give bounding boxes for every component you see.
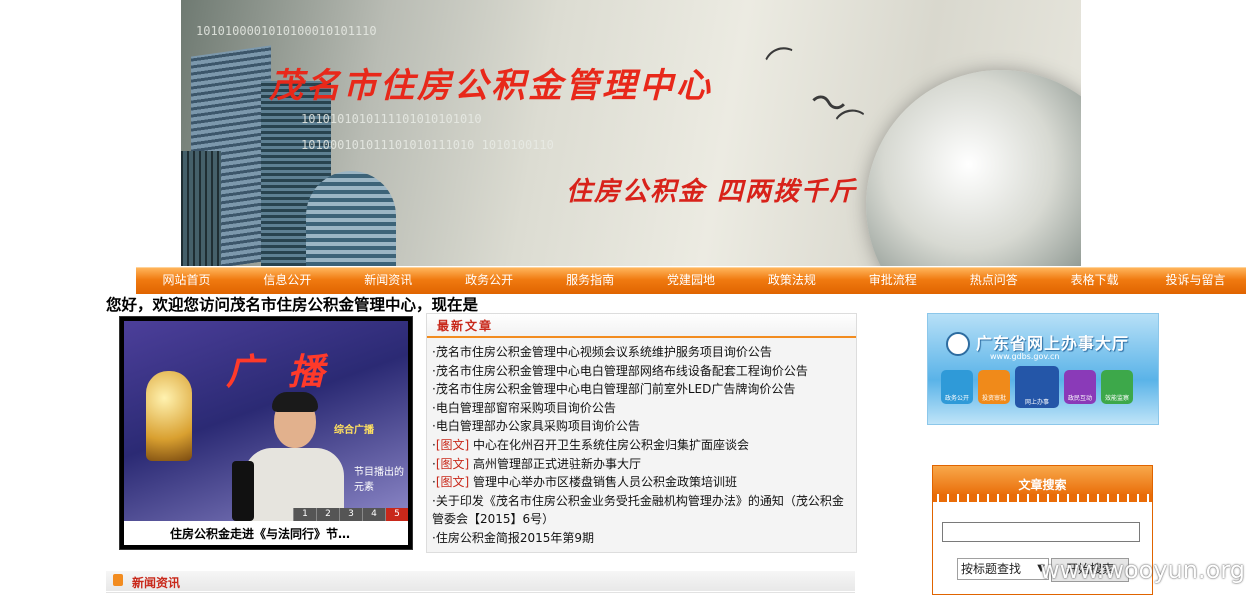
nav-item-news[interactable]: 新闻资讯 xyxy=(338,268,439,294)
search-title: 文章搜索 xyxy=(1018,478,1067,492)
article-link[interactable]: ·电白管理部窗帘采购项目询价公告 xyxy=(432,399,853,418)
slide-image-text: 节目播出的元素 xyxy=(354,467,404,493)
person-icon[interactable]: 投资审批 xyxy=(978,370,1010,404)
latest-articles-title: 最新文章 xyxy=(437,319,494,333)
arrow-bullet-icon xyxy=(113,574,123,586)
binary-decoration: 1010100001010100010101110 xyxy=(196,24,377,38)
interviewee-photo xyxy=(244,392,344,521)
binary-decoration: 101000101011101010111010 1010100110 xyxy=(301,138,554,152)
microphone-graphic xyxy=(146,371,192,461)
watermark: www.wooyun.org xyxy=(1040,556,1245,584)
nav-item-complaints[interactable]: 投诉与留言 xyxy=(1145,268,1246,294)
slide-page-button[interactable]: 2 xyxy=(316,508,339,521)
search-mode-value: 按标题查找 xyxy=(961,562,1022,576)
article-title: 电白管理部办公家具采购项目询价公告 xyxy=(435,419,640,434)
article-title: 关于印发《茂名市住房公积金业务受托金融机构管理办法》的通知（茂公积金管委会【20… xyxy=(432,493,844,527)
latest-articles-panel: 最新文章 ·茂名市住房公积金管理中心视频会议系统维护服务项目询价公告 ·茂名市住房… xyxy=(426,313,857,553)
slide-image-text: 广播 xyxy=(226,351,351,393)
seagull-icon: ⌒ xyxy=(762,41,803,85)
seagull-icon: ⌒ xyxy=(833,105,870,146)
slide-caption-link[interactable]: 住房公积金走进《与法同行》节… xyxy=(130,525,390,542)
header-banner: 1010100001010100010101110 10101010101111… xyxy=(181,0,1081,266)
slide-page-button[interactable]: 3 xyxy=(339,508,362,521)
guangdong-service-label: 政务公开 xyxy=(944,395,969,402)
article-title: 中心在化州召开卫生系统住房公积金归集扩面座谈会 xyxy=(473,437,750,452)
slide-page-button[interactable]: 1 xyxy=(293,508,316,521)
article-title: 茂名市住房公积金管理中心电白管理部门前室外LED广告牌询价公告 xyxy=(435,382,796,397)
article-title: 住房公积金简报2015年第9期 xyxy=(435,530,595,545)
nav-item-policies[interactable]: 政策法规 xyxy=(741,268,842,294)
main-nav: 网站首页 信息公开 新闻资讯 政务公开 服务指南 党建园地 政策法规 审批流程 … xyxy=(136,267,1246,294)
decorative-pattern xyxy=(933,494,1152,502)
slide-page-button[interactable]: 4 xyxy=(362,508,385,521)
article-title: 茂名市住房公积金管理中心电白管理部网络布线设备配套工程询价公告 xyxy=(435,363,808,378)
guangdong-banner-title: 广东省网上办事大厅 xyxy=(976,334,1130,353)
guangdong-service-icons: 政务公开 投资审批网上办事 政民互动 效能监察 xyxy=(941,366,1133,408)
article-tag: [图文] xyxy=(435,456,470,471)
news-slideshow[interactable]: 广播 综合广播 节目播出的元素 1 2 3 4 5 住房公积金走进《与法同行》节… xyxy=(119,316,413,550)
article-title: 高州管理部正式进驻新办事大厅 xyxy=(473,456,642,471)
article-tag: [图文] xyxy=(435,437,470,452)
skyscraper-image xyxy=(306,171,396,266)
nav-item-party-building[interactable]: 党建园地 xyxy=(641,268,742,294)
guangdong-service-label: 政民互动 xyxy=(1067,395,1092,402)
guangdong-service-label: 投资审批 xyxy=(981,395,1006,402)
nav-item-home[interactable]: 网站首页 xyxy=(136,268,237,294)
nav-item-faq[interactable]: 热点问答 xyxy=(943,268,1044,294)
guangdong-service-label: 效能监察 xyxy=(1104,395,1129,402)
site-title: 茂名市住房公积金管理中心 xyxy=(269,66,713,106)
search-input[interactable] xyxy=(942,522,1140,542)
article-link[interactable]: ·茂名市住房公积金管理中心电白管理部门前室外LED广告牌询价公告 xyxy=(432,380,853,399)
person-icon[interactable]: 效能监察 xyxy=(1101,370,1133,404)
nav-item-form-download[interactable]: 表格下载 xyxy=(1044,268,1145,294)
news-section-header: 新闻资讯 xyxy=(106,571,855,591)
nav-item-info-disclosure[interactable]: 信息公开 xyxy=(237,268,338,294)
binary-decoration: 1010101010111101010101010 xyxy=(301,112,482,126)
slideshow-pager: 1 2 3 4 5 xyxy=(293,508,408,521)
guangdong-service-label: 网上办事 xyxy=(1024,399,1049,406)
nav-item-service-guide[interactable]: 服务指南 xyxy=(540,268,641,294)
search-mode-select[interactable]: 按标题查找 ▼ xyxy=(957,558,1049,580)
article-link[interactable]: ·茂名市住房公积金管理中心电白管理部网络布线设备配套工程询价公告 xyxy=(432,362,853,381)
slide-page-button-active[interactable]: 5 xyxy=(385,508,408,521)
nav-item-government-affairs[interactable]: 政务公开 xyxy=(439,268,540,294)
slide-image[interactable]: 广播 综合广播 节目播出的元素 xyxy=(124,321,408,521)
article-link[interactable]: ·[图文] 中心在化州召开卫生系统住房公积金归集扩面座谈会 xyxy=(432,436,853,455)
article-link[interactable]: ·[图文] 管理中心举办市区楼盘销售人员公积金政策培训班 xyxy=(432,473,853,492)
guangdong-online-service-banner[interactable]: 广东省网上办事大厅 www.gdbs.gov.cn 政务公开 投资审批网上办事 政民… xyxy=(927,313,1159,425)
article-title: 茂名市住房公积金管理中心视频会议系统维护服务项目询价公告 xyxy=(435,345,772,359)
person-icon[interactable]: 政民互动 xyxy=(1064,370,1096,404)
site-slogan: 住房公积金 四两拨千斤 xyxy=(566,177,858,207)
person-icon[interactable]: 网上办事 xyxy=(1015,366,1059,408)
welcome-message: 您好，欢迎您访问茂名市住房公积金管理中心，现在是 xyxy=(106,295,479,314)
nav-item-approval-process[interactable]: 审批流程 xyxy=(842,268,943,294)
article-tag: [图文] xyxy=(435,475,470,490)
latest-articles-header: 最新文章 xyxy=(427,314,856,338)
article-link[interactable]: ·[图文] 高州管理部正式进驻新办事大厅 xyxy=(432,455,853,474)
news-section-title[interactable]: 新闻资讯 xyxy=(132,574,180,591)
article-list: ·茂名市住房公积金管理中心视频会议系统维护服务项目询价公告 ·茂名市住房公积金管理… xyxy=(432,343,853,548)
article-title: 管理中心举办市区楼盘销售人员公积金政策培训班 xyxy=(473,475,738,490)
article-link[interactable]: ·电白管理部办公家具采购项目询价公告 xyxy=(432,417,853,436)
search-header: 文章搜索 xyxy=(933,466,1152,496)
guangdong-banner-url: www.gdbs.gov.cn xyxy=(990,352,1060,361)
microphone-icon xyxy=(232,461,254,521)
person-icon[interactable]: 政务公开 xyxy=(941,370,973,404)
article-link[interactable]: ·关于印发《茂名市住房公积金业务受托金融机构管理办法》的通知（茂公积金管委会【2… xyxy=(432,492,853,529)
skyscraper-image xyxy=(181,151,221,266)
guangdong-logo-icon xyxy=(946,332,970,356)
article-title: 电白管理部窗帘采购项目询价公告 xyxy=(435,400,616,415)
article-link[interactable]: ·住房公积金简报2015年第9期 xyxy=(432,529,853,548)
globe-image xyxy=(866,70,1081,266)
article-link[interactable]: ·茂名市住房公积金管理中心视频会议系统维护服务项目询价公告 xyxy=(432,343,853,362)
